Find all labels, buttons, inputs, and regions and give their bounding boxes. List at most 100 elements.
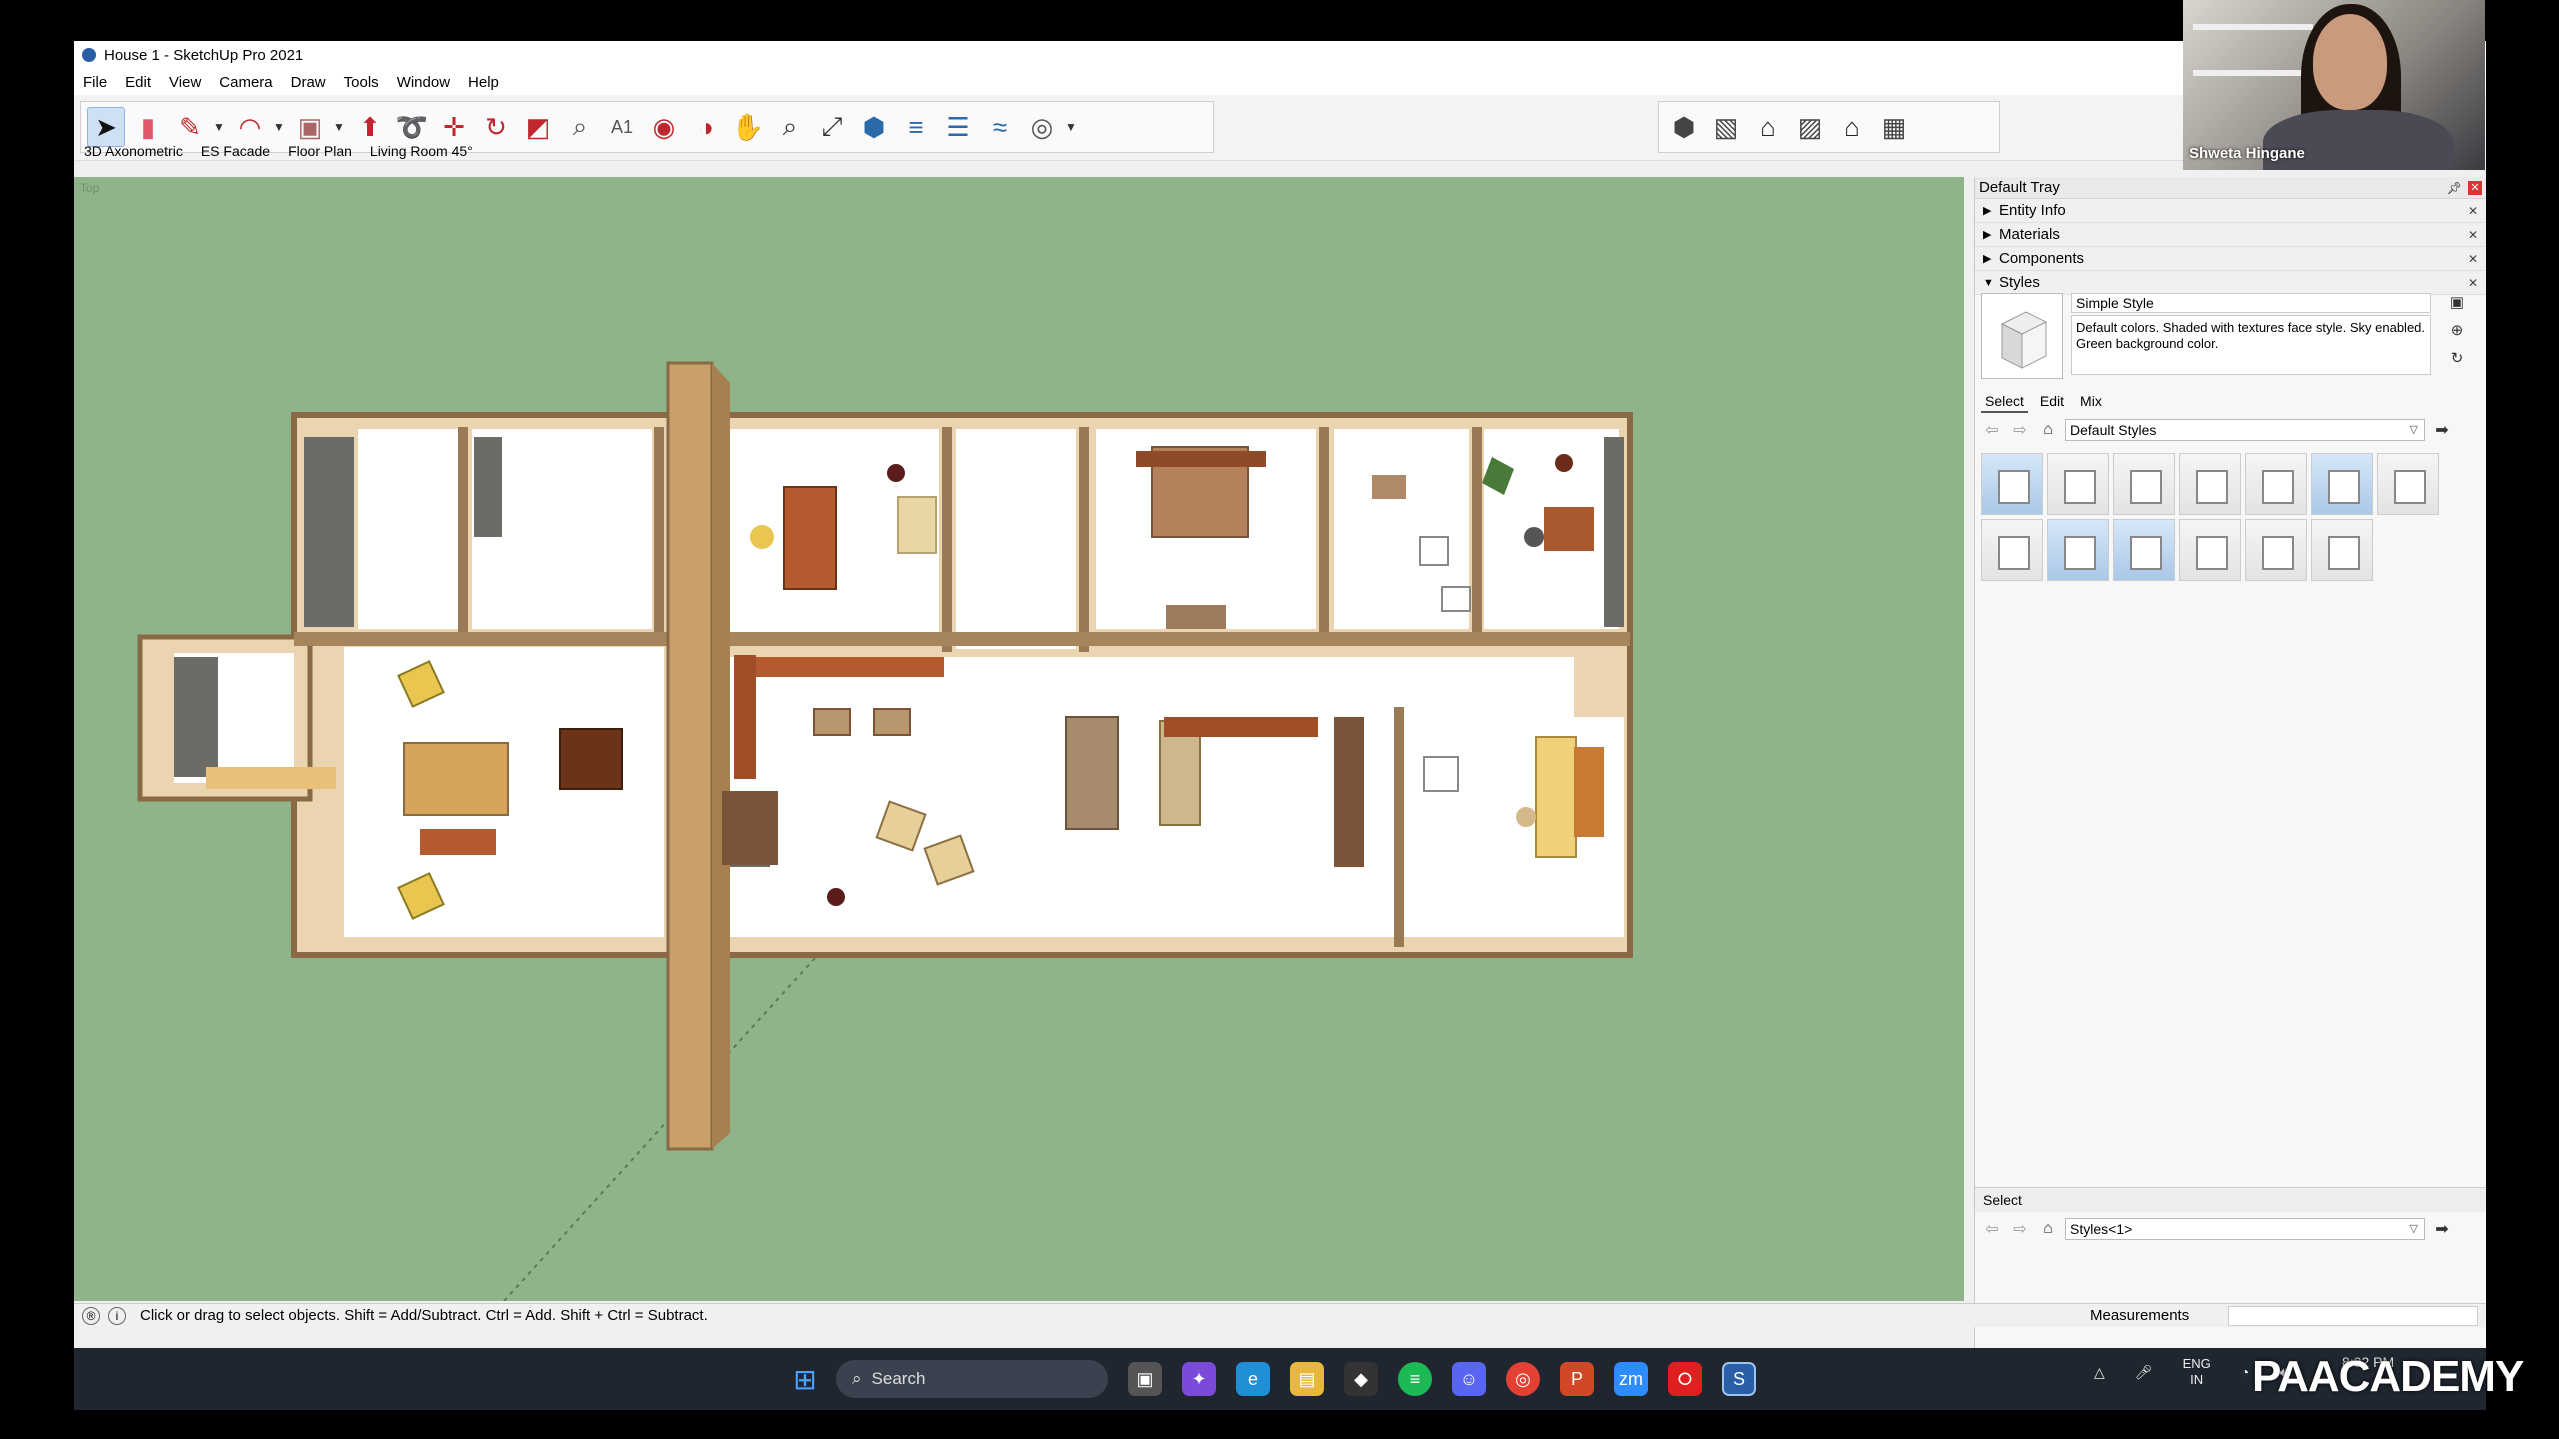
menu-draw[interactable]: Draw — [282, 74, 335, 91]
scene-tab-3d-axonometric[interactable]: 3D Axonometric — [74, 141, 191, 161]
model-viewport[interactable]: Top — [74, 177, 1964, 1301]
discord-icon[interactable]: ☺ — [1452, 1362, 1486, 1396]
chevron-down-icon[interactable]: ▼ — [333, 120, 347, 134]
panel-styles[interactable]: ▼ Styles ✕ — [1975, 271, 2486, 295]
menu-file[interactable]: File — [74, 74, 116, 91]
create-style-icon[interactable]: ⊕ — [2447, 321, 2467, 341]
rotate-icon[interactable]: ↻ — [477, 107, 515, 147]
pin-icon[interactable]: 📌︎ — [2447, 181, 2462, 195]
details-arrow-icon[interactable]: ➡ — [2431, 420, 2453, 440]
close-icon[interactable]: ✕ — [2468, 180, 2482, 195]
style-thumbnail[interactable] — [2113, 519, 2175, 581]
scene-tab-floor-plan[interactable]: Floor Plan — [278, 141, 360, 161]
chevron-down-icon[interactable]: ▼ — [273, 120, 287, 134]
forward-icon[interactable]: ⇨ — [2009, 1219, 2031, 1239]
spotify-icon[interactable]: ≡ — [1398, 1362, 1432, 1396]
update-style-icon[interactable]: ▣ — [2447, 293, 2467, 313]
chevron-down-icon[interactable]: ▼ — [1065, 120, 1079, 134]
scene-tab-living-room-45[interactable]: Living Room 45° — [360, 141, 481, 161]
info-icon[interactable]: i — [108, 1306, 126, 1325]
secondary-library-select[interactable]: Styles<1> ▽ — [2065, 1218, 2425, 1240]
menu-edit[interactable]: Edit — [116, 74, 160, 91]
close-icon[interactable]: ✕ — [2468, 228, 2478, 242]
tape-measure-icon[interactable]: ⌕ — [561, 107, 599, 147]
task-view-icon[interactable]: ▣ — [1128, 1362, 1162, 1396]
measurements-input[interactable] — [2228, 1306, 2478, 1326]
style-thumbnail[interactable] — [2311, 519, 2373, 581]
scene-tab-es-facade[interactable]: ES Facade — [191, 141, 278, 161]
microphone-icon[interactable]: 🎤︎ — [2135, 1364, 2153, 1381]
forward-icon[interactable]: ⇨ — [2009, 420, 2031, 440]
style-thumbnail[interactable] — [1981, 453, 2043, 515]
style-thumbnail[interactable] — [2245, 453, 2307, 515]
style-thumbnail[interactable] — [2179, 453, 2241, 515]
powerpoint-icon[interactable]: P — [1560, 1362, 1594, 1396]
sandbox-icon[interactable]: ≈ — [981, 107, 1019, 147]
back-view-icon[interactable]: ⌂ — [1833, 107, 1871, 147]
sketchup-taskbar-icon[interactable]: S — [1722, 1362, 1756, 1396]
file-explorer-icon[interactable]: ▤ — [1290, 1362, 1324, 1396]
menu-window[interactable]: Window — [388, 74, 459, 91]
panel-materials[interactable]: ▶ Materials ✕ — [1975, 223, 2486, 247]
iso-view-icon[interactable]: ⬢ — [1665, 107, 1703, 147]
tab-edit[interactable]: Edit — [2036, 391, 2068, 413]
style-thumbnail[interactable] — [2113, 453, 2175, 515]
back-icon[interactable]: ⇦ — [1981, 1219, 2003, 1239]
menu-help[interactable]: Help — [459, 74, 508, 91]
style-description-field[interactable]: Default colors. Shaded with textures fac… — [2071, 315, 2431, 375]
panel-entity-info[interactable]: ▶ Entity Info ✕ — [1975, 199, 2486, 223]
menu-view[interactable]: View — [160, 74, 210, 91]
warehouse-icon[interactable]: ⬢ — [855, 107, 893, 147]
style-name-field[interactable]: Simple Style — [2071, 293, 2431, 313]
text-icon[interactable]: A1 — [603, 107, 641, 147]
orbit-icon[interactable]: ◑ — [687, 107, 725, 147]
panel-components[interactable]: ▶ Components ✕ — [1975, 247, 2486, 271]
style-thumbnail[interactable] — [2311, 453, 2373, 515]
account-icon[interactable]: ◎ — [1023, 107, 1061, 147]
pan-icon[interactable]: ✋ — [729, 107, 767, 147]
menu-tools[interactable]: Tools — [335, 74, 388, 91]
zoom-icon[interactable]: ⌕ — [771, 107, 809, 147]
tab-select[interactable]: Select — [1981, 391, 2028, 413]
style-thumbnail[interactable] — [2047, 453, 2109, 515]
back-icon[interactable]: ⇦ — [1981, 420, 2003, 440]
refresh-icon[interactable]: ↻ — [2447, 349, 2467, 369]
tab-mix[interactable]: Mix — [2076, 391, 2106, 413]
zoom-extents-icon[interactable]: ⤢ — [813, 107, 851, 147]
left-view-icon[interactable]: ▦ — [1875, 107, 1913, 147]
copilot-icon[interactable]: ✦ — [1182, 1362, 1216, 1396]
style-thumbnail[interactable] — [1981, 519, 2043, 581]
front-view-icon[interactable]: ⌂ — [1749, 107, 1787, 147]
close-icon[interactable]: ✕ — [2468, 276, 2478, 290]
close-icon[interactable]: ✕ — [2468, 204, 2478, 218]
style-thumbnail[interactable] — [2245, 519, 2307, 581]
home-icon[interactable]: ⌂ — [2037, 1220, 2059, 1238]
chevron-up-icon[interactable]: △ — [2094, 1364, 2105, 1381]
close-icon[interactable]: ✕ — [2468, 252, 2478, 266]
style-library-select[interactable]: Default Styles ▽ — [2065, 419, 2425, 441]
paint-bucket-icon[interactable]: ◉ — [645, 107, 683, 147]
chrome-icon[interactable]: ◎ — [1506, 1362, 1540, 1396]
style-thumbnail[interactable] — [2377, 453, 2439, 515]
style-thumbnail[interactable] — [2179, 519, 2241, 581]
zoom-app-icon[interactable]: zm — [1614, 1362, 1648, 1396]
taskbar-search[interactable]: ⌕ Search — [836, 1360, 1108, 1398]
home-icon[interactable]: ⌂ — [2037, 421, 2059, 439]
style-thumbnail[interactable] — [2047, 519, 2109, 581]
layers-icon[interactable]: ☰ — [939, 107, 977, 147]
geolocation-icon[interactable]: ® — [82, 1306, 100, 1325]
scale-icon[interactable]: ◩ — [519, 107, 557, 147]
wifi-icon[interactable]: ◔ — [2241, 1364, 2249, 1380]
floor-plan-model[interactable] — [74, 177, 1964, 1301]
app-icon[interactable]: ◆ — [1344, 1362, 1378, 1396]
chevron-down-icon[interactable]: ▼ — [213, 120, 227, 134]
top-view-icon[interactable]: ▧ — [1707, 107, 1745, 147]
language-indicator[interactable]: ENG IN — [2183, 1356, 2211, 1388]
details-arrow-icon[interactable]: ➡ — [2431, 1219, 2453, 1239]
acrobat-icon[interactable]: ⭘ — [1668, 1362, 1702, 1396]
edge-icon[interactable]: e — [1236, 1362, 1270, 1396]
menu-camera[interactable]: Camera — [210, 74, 281, 91]
windows-start-icon[interactable]: ⊞ — [788, 1362, 822, 1396]
right-view-icon[interactable]: ▨ — [1791, 107, 1829, 147]
extension-icon[interactable]: ≡ — [897, 107, 935, 147]
